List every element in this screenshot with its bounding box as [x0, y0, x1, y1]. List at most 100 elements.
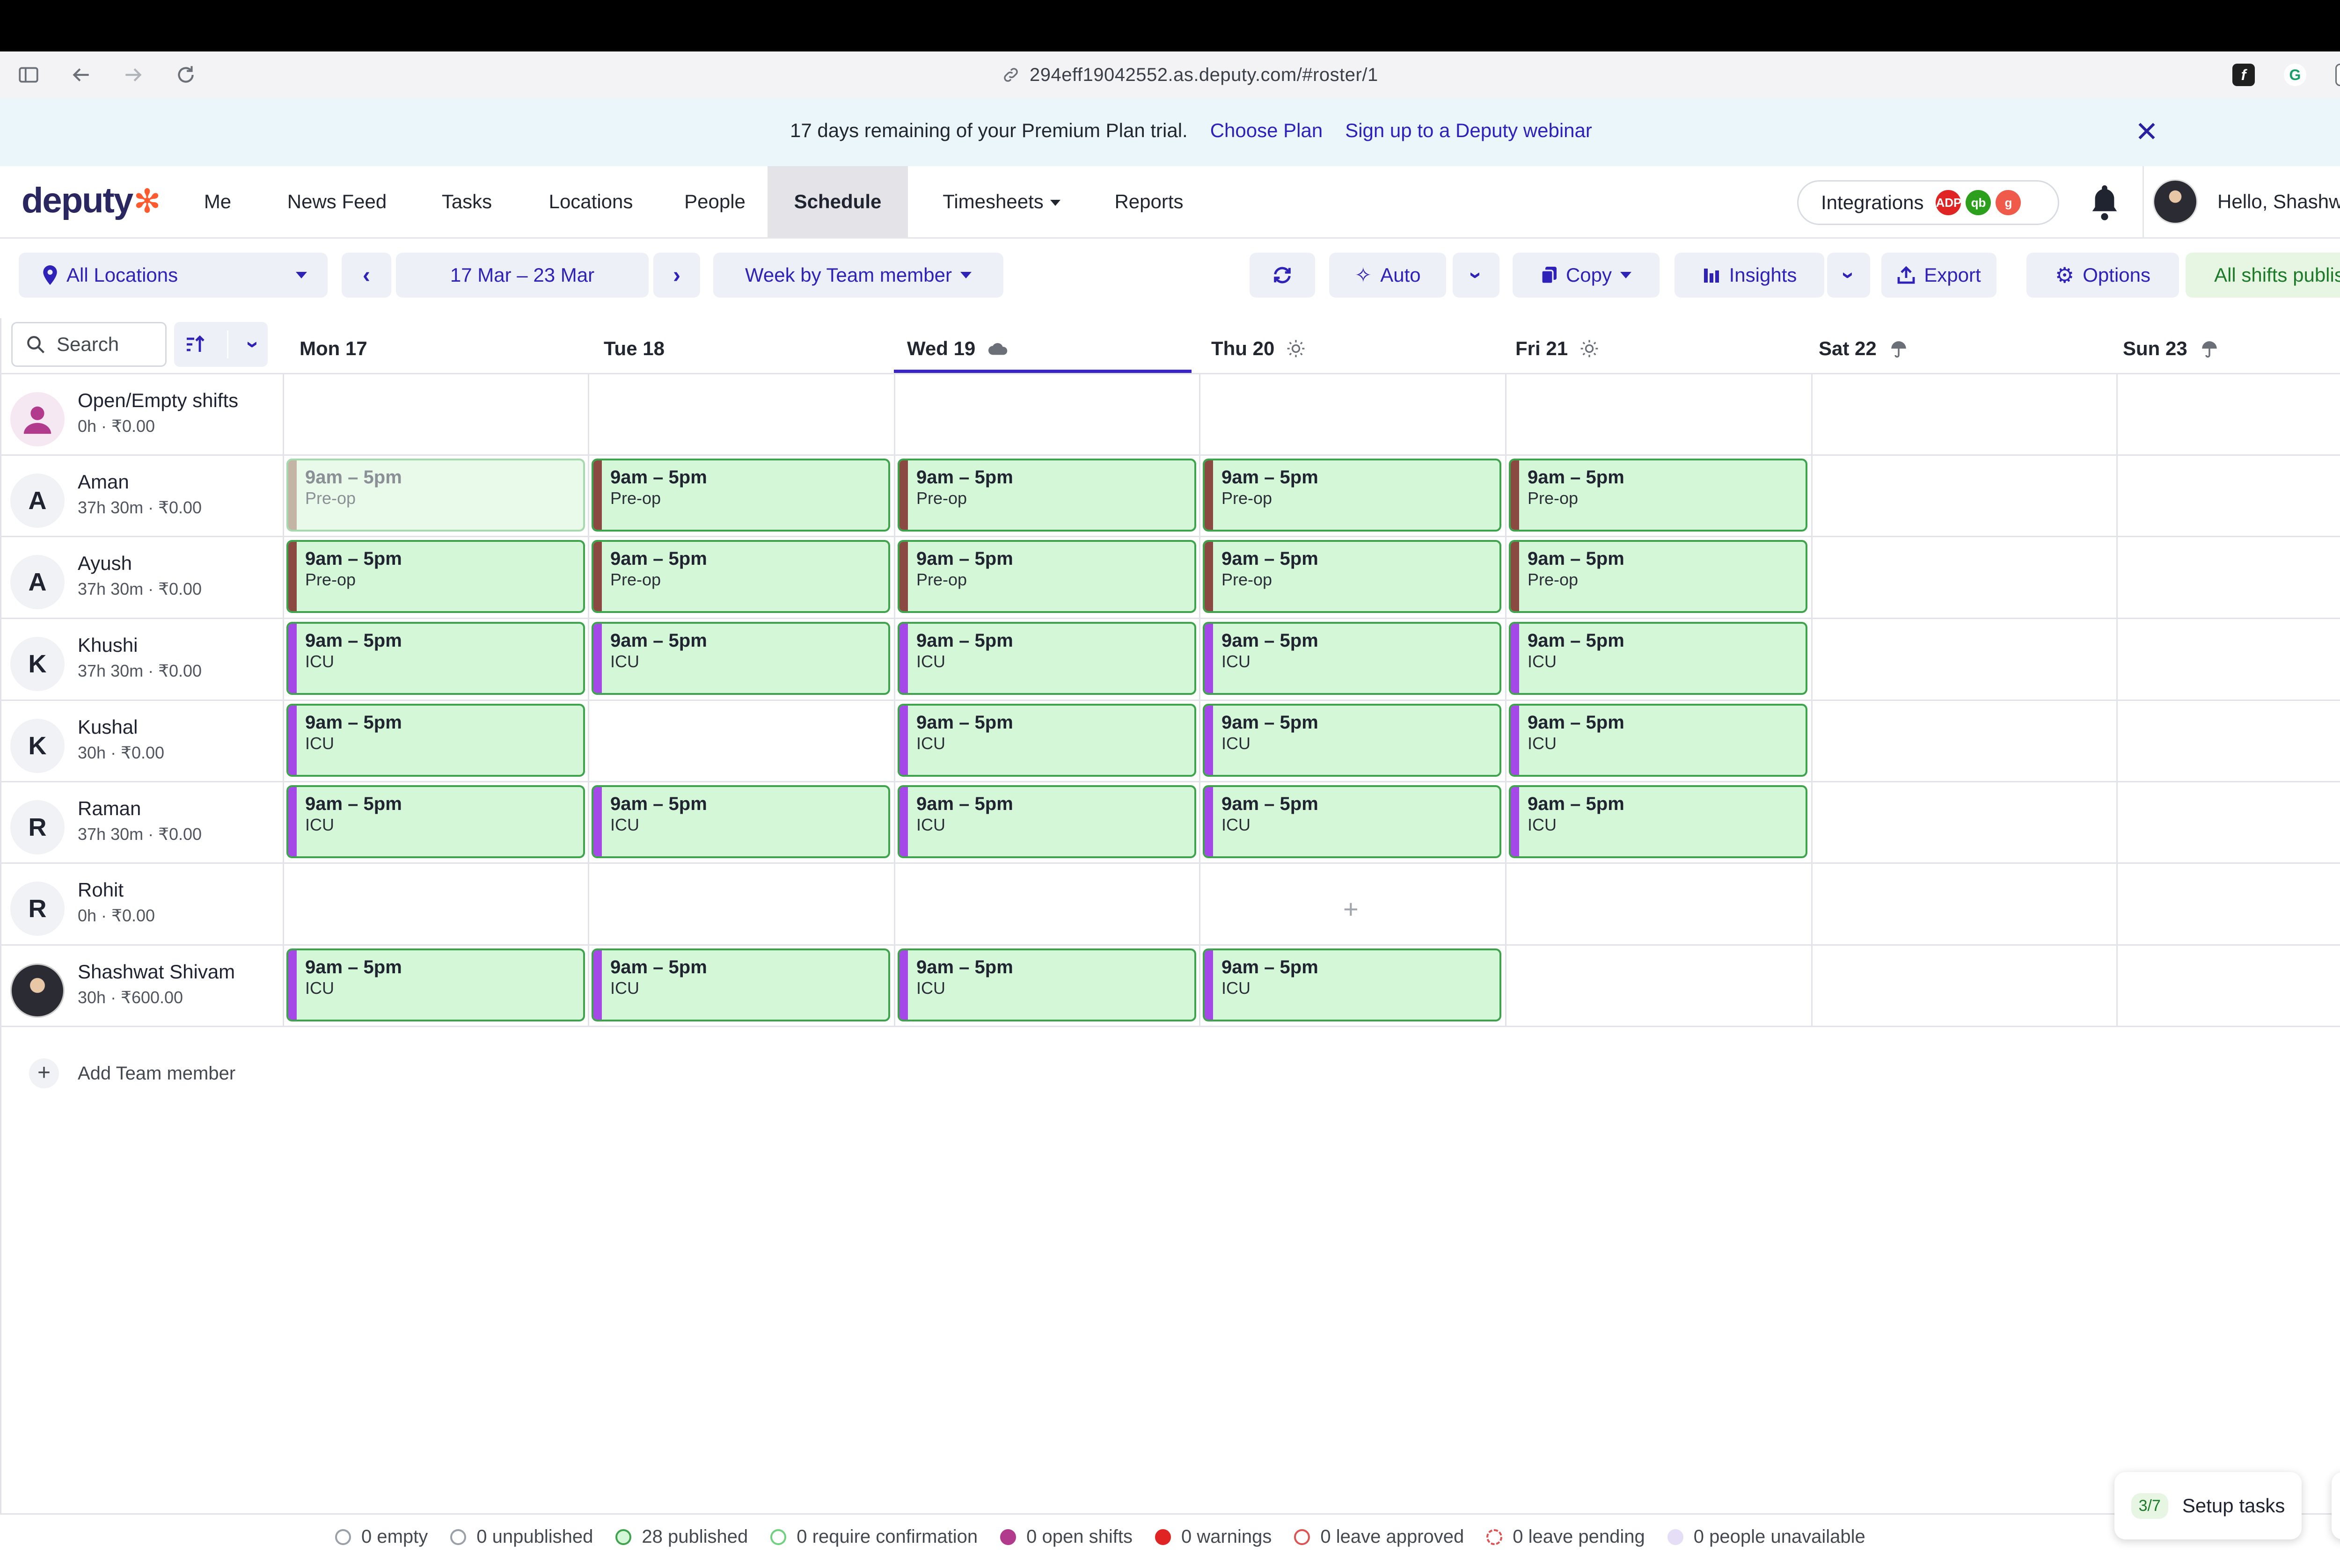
sort-button[interactable]: › [174, 322, 268, 367]
user-avatar[interactable] [2153, 179, 2198, 224]
insights-button[interactable]: Insights [1675, 253, 1824, 298]
export-button[interactable]: Export [1881, 253, 1996, 298]
day-header-sat[interactable]: Sat 22 [1819, 328, 1909, 370]
shift-card[interactable]: 9am – 5pm ICU [592, 622, 890, 695]
close-banner-icon[interactable]: ✕ [2132, 117, 2162, 147]
auto-options-button[interactable]: › [1453, 253, 1499, 298]
sidebar-toggle-icon[interactable] [17, 63, 40, 87]
area-color-bar [593, 542, 602, 611]
shift-card[interactable]: 9am – 5pm Pre-op [286, 540, 585, 613]
help-button[interactable]: ? [2332, 1472, 2340, 1539]
notification-bell-icon[interactable] [2088, 182, 2121, 221]
auto-schedule-button[interactable]: ✧ Auto [1329, 253, 1446, 298]
search-input[interactable]: Search [11, 322, 167, 367]
shift-card[interactable]: 9am – 5pm ICU [1203, 948, 1501, 1021]
shift-card[interactable]: 9am – 5pm ICU [1203, 704, 1501, 777]
add-team-member-button[interactable]: + Add Team member [29, 1058, 235, 1088]
deputy-logo[interactable]: deputy✻ [22, 180, 161, 221]
team-member-open-shifts[interactable]: Open/Empty shifts 0h · ₹0.00 [0, 374, 283, 456]
shift-card[interactable]: 9am – 5pm ICU [286, 785, 585, 858]
legend-item[interactable]: 0 leave approved [1294, 1526, 1464, 1547]
shift-card[interactable]: 9am – 5pm Pre-op [592, 459, 890, 532]
publish-status-button[interactable]: All shifts published [2186, 253, 2340, 298]
refresh-button[interactable] [1250, 253, 1315, 298]
legend-item[interactable]: 0 warnings [1155, 1526, 1272, 1547]
shift-card[interactable]: 9am – 5pm ICU [1509, 704, 1807, 777]
shift-card[interactable]: 9am – 5pm ICU [898, 704, 1196, 777]
fonts-extension-icon[interactable]: f [2232, 64, 2255, 86]
setup-tasks-button[interactable]: 3/7 Setup tasks [2114, 1472, 2302, 1539]
insights-options-button[interactable]: › [1827, 253, 1870, 298]
day-header-thu[interactable]: Thu 20 [1211, 328, 1305, 370]
nav-item-locations[interactable]: Locations [534, 166, 648, 237]
area-color-bar [899, 624, 908, 693]
legend-item[interactable]: 0 open shifts [1000, 1526, 1133, 1547]
team-member-shashwat-shivam[interactable]: Shashwat Shivam 30h · ₹600.00 [0, 946, 283, 1027]
team-member-khushi[interactable]: K Khushi 37h 30m · ₹0.00 [0, 619, 283, 700]
day-header-tue[interactable]: Tue 18 [604, 328, 665, 370]
nav-item-reports[interactable]: Reports [1104, 166, 1193, 237]
location-select[interactable]: All Locations [19, 253, 328, 298]
team-member-rohit[interactable]: R Rohit 0h · ₹0.00 [0, 864, 283, 945]
shift-card[interactable]: 9am – 5pm Pre-op [592, 540, 890, 613]
shift-card[interactable]: 9am – 5pm Pre-op [1203, 459, 1501, 532]
shift-card[interactable]: 9am – 5pm ICU [898, 785, 1196, 858]
legend-item[interactable]: 0 require confirmation [770, 1526, 978, 1547]
extensions-icon[interactable]: ≡ [2335, 64, 2340, 86]
day-header-wed[interactable]: Wed 19 [907, 328, 1009, 370]
team-member-kushal[interactable]: K Kushal 30h · ₹0.00 [0, 701, 283, 782]
shift-card[interactable]: 9am – 5pm Pre-op [898, 540, 1196, 613]
legend-item[interactable]: 0 unpublished [450, 1526, 593, 1547]
webinar-link[interactable]: Sign up to a Deputy webinar [1345, 119, 1592, 142]
shift-card[interactable]: 9am – 5pm ICU [1203, 785, 1501, 858]
user-menu[interactable]: Hello, Shashwat ... [2217, 166, 2340, 237]
back-icon[interactable] [69, 63, 93, 87]
shift-card[interactable]: 9am – 5pm ICU [592, 785, 890, 858]
forward-icon[interactable] [122, 63, 145, 87]
shift-card[interactable]: 9am – 5pm ICU [898, 948, 1196, 1021]
integrations-button[interactable]: Integrations ADP qb g [1797, 180, 2059, 225]
shift-card[interactable]: 9am – 5pm ICU [286, 704, 585, 777]
legend-item[interactable]: 28 published [615, 1526, 748, 1547]
options-button[interactable]: ⚙ Options [2026, 253, 2179, 298]
shift-card[interactable]: 9am – 5pm ICU [286, 622, 585, 695]
shift-card[interactable]: 9am – 5pm ICU [1509, 785, 1807, 858]
next-week-button[interactable]: › [653, 253, 700, 298]
nav-item-tasks[interactable]: Tasks [431, 166, 503, 237]
nav-item-timesheets[interactable]: Timesheets [927, 166, 1076, 237]
shift-card[interactable]: 9am – 5pm ICU [1509, 622, 1807, 695]
legend-label: 0 unpublished [476, 1526, 593, 1547]
choose-plan-link[interactable]: Choose Plan [1210, 119, 1323, 142]
shift-card[interactable]: 9am – 5pm ICU [1203, 622, 1501, 695]
shift-card[interactable]: 9am – 5pm Pre-op [1203, 540, 1501, 613]
team-member-aman[interactable]: A Aman 37h 30m · ₹0.00 [0, 456, 283, 537]
legend-item[interactable]: 0 people unavailable [1667, 1526, 1865, 1547]
team-member-ayush[interactable]: A Ayush 37h 30m · ₹0.00 [0, 537, 283, 619]
shift-card[interactable]: 9am – 5pm Pre-op [1509, 459, 1807, 532]
nav-item-people[interactable]: People [674, 166, 756, 237]
reload-icon[interactable] [174, 63, 197, 87]
shift-card[interactable]: 9am – 5pm ICU [286, 948, 585, 1021]
shift-card[interactable]: 9am – 5pm Pre-op [1509, 540, 1807, 613]
date-range-button[interactable]: 17 Mar – 23 Mar [396, 253, 649, 298]
legend-item[interactable]: 0 leave pending [1486, 1526, 1645, 1547]
grammarly-extension-icon[interactable]: G [2284, 64, 2306, 86]
team-member-raman[interactable]: R Raman 37h 30m · ₹0.00 [0, 782, 283, 864]
day-header-fri[interactable]: Fri 21 [1515, 328, 1599, 370]
day-header-sun[interactable]: Sun 23 [2123, 328, 2219, 370]
shift-card[interactable]: 9am – 5pm ICU [898, 622, 1196, 695]
view-select[interactable]: Week by Team member [713, 253, 1003, 298]
add-shift-icon[interactable]: + [1343, 894, 1359, 924]
nav-item-news-feed[interactable]: News Feed [271, 166, 402, 237]
shift-card[interactable]: 9am – 5pm Pre-op [286, 459, 585, 532]
nav-item-me[interactable]: Me [187, 166, 248, 237]
legend-item[interactable]: 0 empty [335, 1526, 428, 1547]
day-header-mon[interactable]: Mon 17 [300, 328, 367, 370]
shift-card[interactable]: 9am – 5pm ICU [592, 948, 890, 1021]
nav-item-schedule[interactable]: Schedule [768, 166, 908, 237]
previous-week-button[interactable]: ‹ [342, 253, 391, 298]
address-bar[interactable]: 294eff19042552.as.deputy.com/#roster/1 [1002, 62, 1378, 88]
area-color-bar [1205, 950, 1213, 1020]
shift-card[interactable]: 9am – 5pm Pre-op [898, 459, 1196, 532]
copy-button[interactable]: Copy [1513, 253, 1660, 298]
